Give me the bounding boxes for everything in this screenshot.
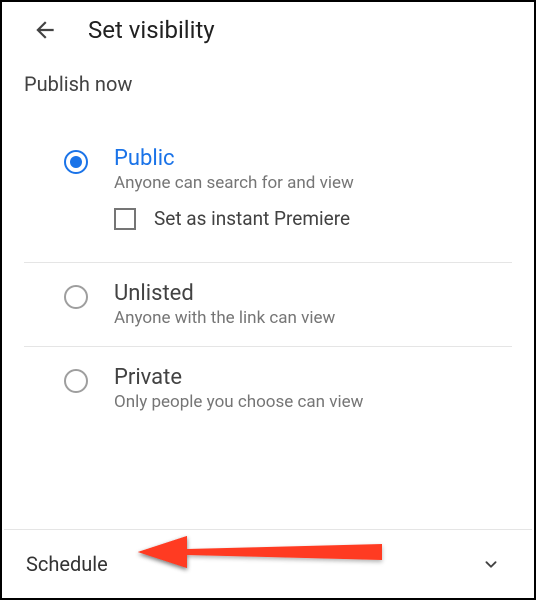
option-unlisted-text: Unlisted Anyone with the link can view — [114, 281, 512, 328]
back-button[interactable] — [32, 17, 58, 43]
instant-premiere-label: Set as instant Premiere — [154, 207, 350, 230]
arrow-left-icon — [32, 17, 58, 43]
page-title: Set visibility — [88, 16, 215, 44]
option-public-title: Public — [114, 146, 512, 171]
instant-premiere-row[interactable]: Set as instant Premiere — [114, 193, 512, 252]
radio-public[interactable] — [64, 150, 88, 174]
schedule-label: Schedule — [26, 552, 108, 576]
chevron-down-icon — [480, 553, 502, 575]
option-unlisted[interactable]: Unlisted Anyone with the link can view — [24, 263, 512, 347]
option-public[interactable]: Public Anyone can search for and view Se… — [24, 146, 512, 262]
option-public-text: Public Anyone can search for and view Se… — [114, 146, 512, 252]
section-label: Publish now — [2, 54, 534, 96]
option-unlisted-title: Unlisted — [114, 281, 512, 306]
option-public-block: Public Anyone can search for and view Se… — [24, 146, 512, 263]
option-unlisted-desc: Anyone with the link can view — [114, 308, 512, 328]
radio-private[interactable] — [64, 369, 88, 393]
option-private-desc: Only people you choose can view — [114, 392, 512, 412]
visibility-options: Public Anyone can search for and view Se… — [2, 96, 534, 430]
header: Set visibility — [2, 2, 534, 54]
schedule-section[interactable]: Schedule — [4, 529, 532, 598]
option-private[interactable]: Private Only people you choose can view — [24, 347, 512, 430]
instant-premiere-checkbox[interactable] — [114, 208, 136, 230]
option-private-text: Private Only people you choose can view — [114, 365, 512, 412]
option-public-desc: Anyone can search for and view — [114, 173, 512, 193]
radio-unlisted[interactable] — [64, 285, 88, 309]
option-private-title: Private — [114, 365, 512, 390]
